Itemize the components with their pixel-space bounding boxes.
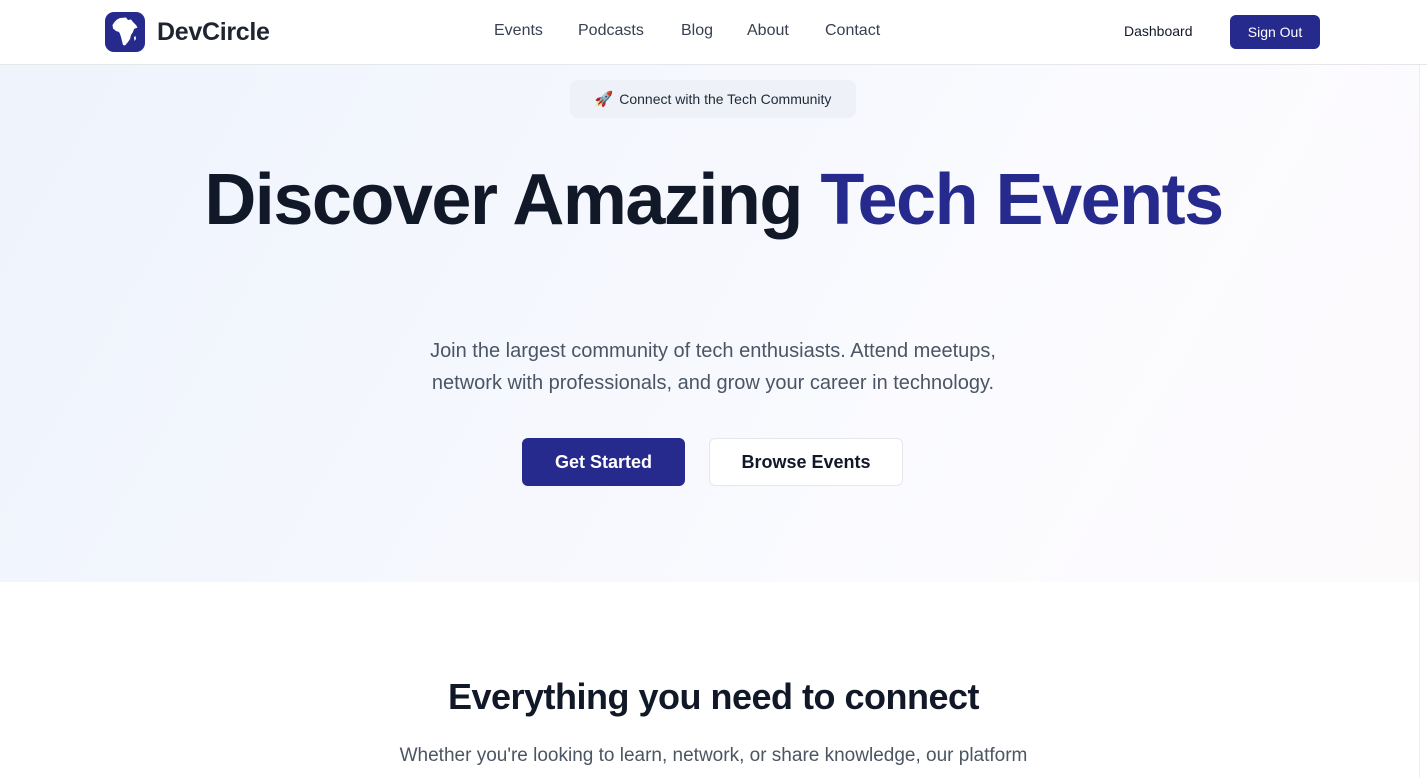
hero-subtitle-line-2: network with professionals, and grow you… bbox=[431, 372, 995, 394]
rocket-icon: 🚀 bbox=[594, 91, 614, 108]
main-nav: Events Podcasts Blog About Contact bbox=[494, 22, 912, 40]
hero-title-accent: Tech Events bbox=[820, 160, 1224, 240]
hero-subtitle-line-1: Join the largest community of tech enthu… bbox=[430, 340, 996, 362]
hero-section: 🚀 Connect with the Tech Community Discov… bbox=[0, 65, 1419, 582]
sign-out-button[interactable]: Sign Out bbox=[1230, 15, 1320, 49]
features-subtitle: Whether you're looking to learn, network… bbox=[399, 745, 1028, 766]
hero-title: Discover Amazing Tech Events bbox=[0, 164, 1427, 236]
hero-subtitle: Join the largest community of tech enthu… bbox=[388, 335, 1038, 399]
africa-map-icon bbox=[105, 12, 145, 52]
top-navbar: DevCircle Events Podcasts Blog About Con… bbox=[0, 0, 1427, 65]
get-started-button[interactable]: Get Started bbox=[522, 438, 685, 486]
nav-link-blog[interactable]: Blog bbox=[681, 22, 715, 40]
hero-title-main: Discover Amazing bbox=[204, 160, 821, 240]
dashboard-link[interactable]: Dashboard bbox=[1124, 23, 1193, 39]
hero-badge: 🚀 Connect with the Tech Community bbox=[570, 80, 856, 118]
features-title: Everything you need to connect bbox=[447, 676, 980, 717]
brand-name: DevCircle bbox=[157, 17, 270, 46]
browse-events-button[interactable]: Browse Events bbox=[709, 438, 903, 486]
scrollbar-track[interactable] bbox=[1419, 65, 1427, 778]
nav-link-events[interactable]: Events bbox=[494, 22, 545, 40]
hero-badge-text: Connect with the Tech Community bbox=[619, 91, 832, 107]
brand[interactable]: DevCircle bbox=[105, 12, 270, 52]
nav-link-contact[interactable]: Contact bbox=[825, 22, 880, 40]
nav-link-about[interactable]: About bbox=[747, 22, 793, 40]
nav-link-podcasts[interactable]: Podcasts bbox=[578, 22, 648, 40]
